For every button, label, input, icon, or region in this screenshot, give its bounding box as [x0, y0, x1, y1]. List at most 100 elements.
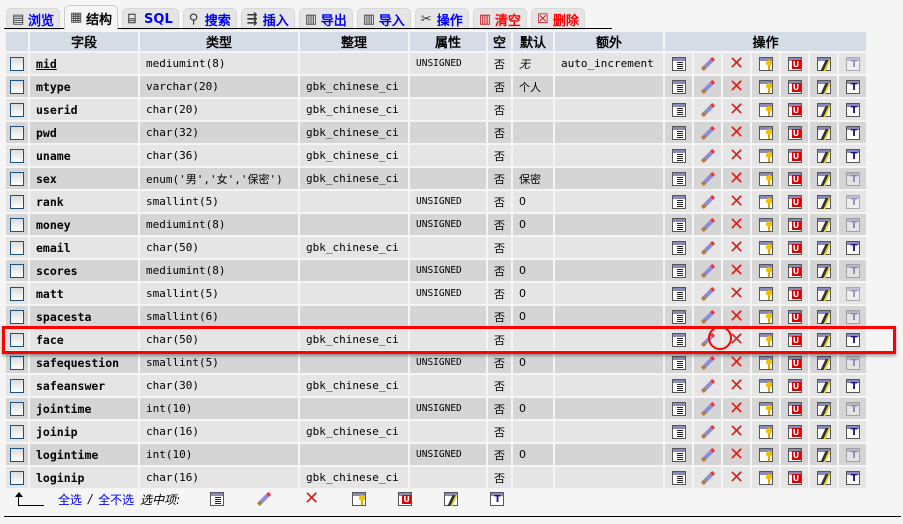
action-primary-cell[interactable]: [752, 444, 779, 465]
action-primary-cell[interactable]: [752, 168, 779, 189]
action-primary-cell[interactable]: [752, 467, 779, 488]
unique-icon[interactable]: [787, 125, 802, 140]
action-fulltext-cell[interactable]: [839, 53, 866, 74]
row-checkbox[interactable]: [10, 286, 24, 301]
browse-icon[interactable]: [671, 355, 686, 370]
tab-sql[interactable]: ⌸ SQL: [122, 8, 179, 30]
pencil-icon[interactable]: [700, 378, 716, 394]
fulltext-icon[interactable]: [845, 447, 860, 462]
action-fulltext-cell[interactable]: [839, 444, 866, 465]
index-icon[interactable]: [816, 148, 831, 163]
row-checkbox[interactable]: [10, 424, 24, 439]
pencil-icon[interactable]: [700, 194, 716, 210]
delete-icon[interactable]: ✕: [729, 422, 745, 440]
action-drop-cell[interactable]: ✕: [723, 352, 750, 373]
primary-key-icon[interactable]: [758, 332, 773, 347]
delete-icon[interactable]: ✕: [729, 307, 745, 325]
browse-icon[interactable]: [671, 79, 686, 94]
action-drop-cell[interactable]: ✕: [723, 122, 750, 143]
row-checkbox[interactable]: [10, 447, 24, 462]
fulltext-icon[interactable]: [845, 148, 860, 163]
browse-icon[interactable]: [671, 171, 686, 186]
action-drop-cell[interactable]: ✕: [723, 214, 750, 235]
action-change-cell[interactable]: [694, 375, 721, 396]
index-icon[interactable]: [816, 470, 831, 485]
action-index-cell[interactable]: [810, 53, 837, 74]
action-index-cell[interactable]: [810, 260, 837, 281]
action-drop-cell[interactable]: ✕: [723, 99, 750, 120]
action-browse-cell[interactable]: [665, 237, 692, 258]
bulk-browse-icon[interactable]: [210, 492, 225, 506]
pencil-icon[interactable]: [700, 401, 716, 417]
primary-key-icon[interactable]: [758, 171, 773, 186]
delete-icon[interactable]: ✕: [729, 54, 745, 72]
row-checkbox[interactable]: [10, 355, 24, 370]
index-icon[interactable]: [816, 194, 831, 209]
unique-icon[interactable]: [787, 56, 802, 71]
browse-icon[interactable]: [671, 401, 686, 416]
browse-icon[interactable]: [671, 240, 686, 255]
action-unique-cell[interactable]: [781, 214, 808, 235]
action-fulltext-cell[interactable]: [839, 237, 866, 258]
action-primary-cell[interactable]: [752, 122, 779, 143]
delete-icon[interactable]: ✕: [729, 399, 745, 417]
action-fulltext-cell[interactable]: [839, 398, 866, 419]
action-index-cell[interactable]: [810, 237, 837, 258]
action-fulltext-cell[interactable]: [839, 306, 866, 327]
tab-search[interactable]: ⚲ 搜索: [182, 8, 237, 30]
action-change-cell[interactable]: [694, 122, 721, 143]
primary-key-icon[interactable]: [758, 148, 773, 163]
tab-drop[interactable]: ☒ 删除: [530, 8, 585, 30]
action-drop-cell[interactable]: ✕: [723, 329, 750, 350]
fulltext-icon[interactable]: [845, 56, 860, 71]
action-drop-cell[interactable]: ✕: [723, 444, 750, 465]
action-index-cell[interactable]: [810, 398, 837, 419]
primary-key-icon[interactable]: [758, 401, 773, 416]
tab-import[interactable]: ▥ 导入: [356, 8, 411, 30]
fulltext-icon[interactable]: [845, 286, 860, 301]
uncheck-all-link[interactable]: 全不选: [98, 491, 134, 508]
primary-key-icon[interactable]: [758, 125, 773, 140]
action-unique-cell[interactable]: [781, 260, 808, 281]
action-fulltext-cell[interactable]: [839, 122, 866, 143]
delete-icon[interactable]: ✕: [729, 169, 745, 187]
action-fulltext-cell[interactable]: [839, 214, 866, 235]
delete-icon[interactable]: ✕: [729, 445, 745, 463]
row-checkbox[interactable]: [10, 56, 24, 71]
action-browse-cell[interactable]: [665, 122, 692, 143]
action-change-cell[interactable]: [694, 398, 721, 419]
action-fulltext-cell[interactable]: [839, 168, 866, 189]
fulltext-icon[interactable]: [845, 424, 860, 439]
action-index-cell[interactable]: [810, 168, 837, 189]
primary-key-icon[interactable]: [758, 424, 773, 439]
fulltext-icon[interactable]: [845, 263, 860, 278]
index-icon[interactable]: [816, 424, 831, 439]
index-icon[interactable]: [816, 79, 831, 94]
unique-icon[interactable]: [787, 355, 802, 370]
action-unique-cell[interactable]: [781, 329, 808, 350]
delete-icon[interactable]: ✕: [729, 146, 745, 164]
action-index-cell[interactable]: [810, 283, 837, 304]
fulltext-icon[interactable]: [845, 194, 860, 209]
fulltext-icon[interactable]: [845, 240, 860, 255]
index-icon[interactable]: [816, 355, 831, 370]
index-icon[interactable]: [816, 447, 831, 462]
action-primary-cell[interactable]: [752, 283, 779, 304]
action-drop-cell[interactable]: ✕: [723, 168, 750, 189]
action-change-cell[interactable]: [694, 53, 721, 74]
index-icon[interactable]: [816, 102, 831, 117]
action-primary-cell[interactable]: [752, 329, 779, 350]
pencil-icon[interactable]: [700, 447, 716, 463]
action-fulltext-cell[interactable]: [839, 191, 866, 212]
pencil-icon[interactable]: [700, 217, 716, 233]
action-change-cell[interactable]: [694, 260, 721, 281]
action-primary-cell[interactable]: [752, 214, 779, 235]
action-browse-cell[interactable]: [665, 76, 692, 97]
action-primary-cell[interactable]: [752, 237, 779, 258]
action-index-cell[interactable]: [810, 467, 837, 488]
action-change-cell[interactable]: [694, 99, 721, 120]
delete-icon[interactable]: ✕: [729, 77, 745, 95]
browse-icon[interactable]: [671, 470, 686, 485]
action-drop-cell[interactable]: ✕: [723, 76, 750, 97]
action-change-cell[interactable]: [694, 214, 721, 235]
